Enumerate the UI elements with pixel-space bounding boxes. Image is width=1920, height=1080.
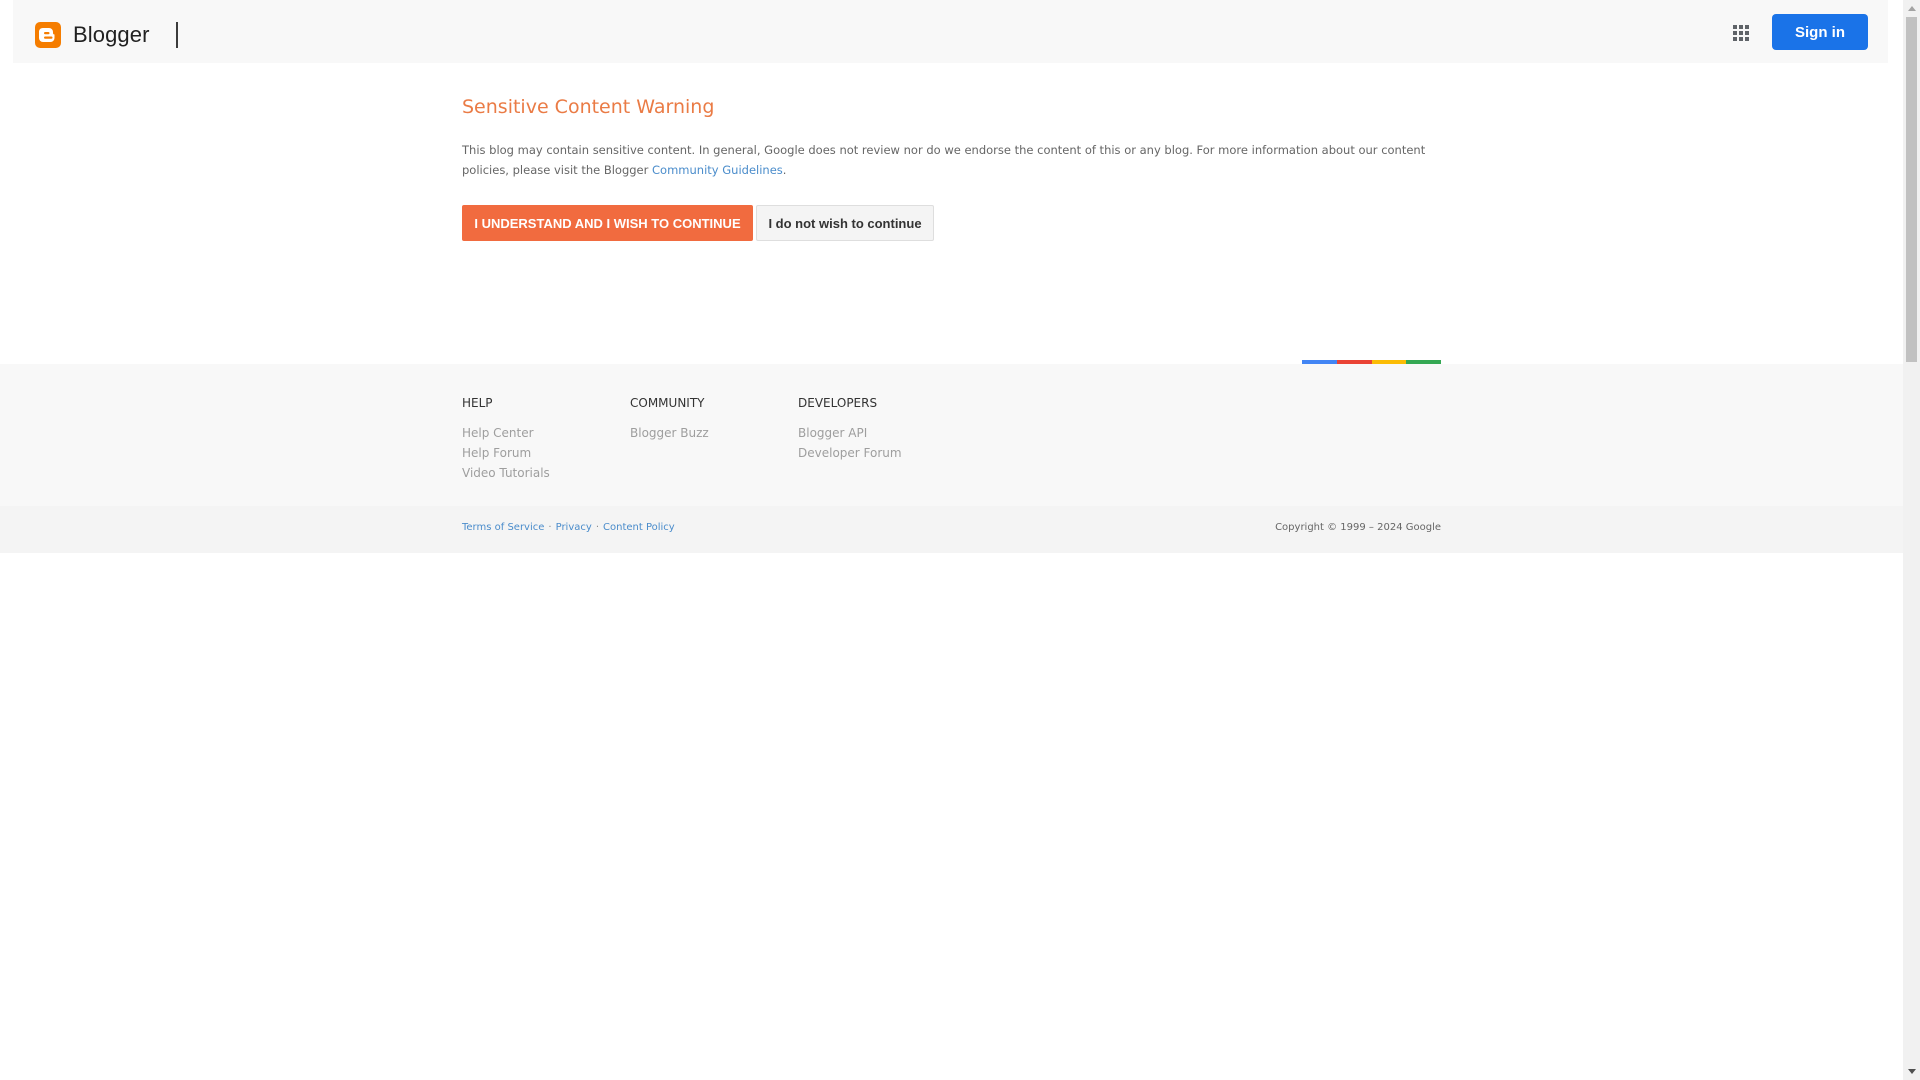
warning-text: This blog may contain sensitive content.… [462, 140, 1442, 180]
legal-separator: · [595, 522, 599, 533]
blogger-logo-icon [35, 22, 61, 48]
scroll-down-button[interactable] [1903, 1063, 1920, 1080]
apps-grid-button[interactable] [1729, 21, 1753, 45]
blogger-buzz-link[interactable]: Blogger Buzz [630, 423, 709, 443]
privacy-link[interactable]: Privacy [556, 522, 592, 533]
warning-text-before: This blog may contain sensitive content.… [462, 143, 1426, 177]
warning-actions: I UNDERSTAND AND I WISH TO CONTINUE I do… [462, 205, 934, 241]
vertical-scrollbar[interactable] [1903, 0, 1920, 1080]
footer-heading-developers: Developers [798, 396, 878, 410]
header-divider [176, 22, 178, 48]
top-bar: Blogger Sign in [13, 0, 1888, 63]
decline-button[interactable]: I do not wish to continue [756, 205, 934, 241]
video-tutorials-link[interactable]: Video Tutorials [462, 463, 550, 483]
scroll-thumb[interactable] [1906, 17, 1917, 362]
warning-title: Sensitive Content Warning [462, 96, 715, 118]
blogger-api-link[interactable]: Blogger API [798, 423, 902, 443]
copyright-text: Copyright © 1999 – 2024 Google [1275, 522, 1441, 533]
content-policy-link[interactable]: Content Policy [603, 522, 675, 533]
blogger-logo-link[interactable]: Blogger [35, 22, 150, 48]
scroll-up-button[interactable] [1903, 0, 1920, 17]
terms-of-service-link[interactable]: Terms of Service [462, 522, 544, 533]
developer-forum-link[interactable]: Developer Forum [798, 443, 902, 463]
footer-heading-help: Help [462, 396, 493, 410]
warning-text-after: . [782, 163, 787, 177]
scroll-up-arrow-icon [1907, 6, 1916, 11]
apps-grid-icon [1733, 25, 1749, 41]
content-warning: Sensitive Content Warning This blog may … [462, 92, 1442, 241]
footer-heading-community: Community [630, 396, 705, 410]
footer-column-community: Community Blogger Buzz [630, 394, 709, 443]
footer-column-developers: Developers Blogger API Developer Forum [798, 394, 902, 463]
community-guidelines-link[interactable]: Community Guidelines [652, 163, 783, 177]
legal-separator: · [548, 522, 552, 533]
brand-name: Blogger [73, 22, 150, 47]
continue-button[interactable]: I UNDERSTAND AND I WISH TO CONTINUE [462, 205, 753, 241]
help-forum-link[interactable]: Help Forum [462, 443, 550, 463]
footer-links: Help Help Center Help Forum Video Tutori… [0, 364, 1905, 506]
sign-in-button[interactable]: Sign in [1772, 14, 1868, 50]
footer-column-help: Help Help Center Help Forum Video Tutori… [462, 394, 550, 483]
legal-links: Terms of Service · Privacy · Content Pol… [462, 522, 675, 533]
help-center-link[interactable]: Help Center [462, 423, 550, 443]
scroll-down-arrow-icon [1907, 1069, 1916, 1074]
footer-bottom: Terms of Service · Privacy · Content Pol… [0, 506, 1905, 553]
